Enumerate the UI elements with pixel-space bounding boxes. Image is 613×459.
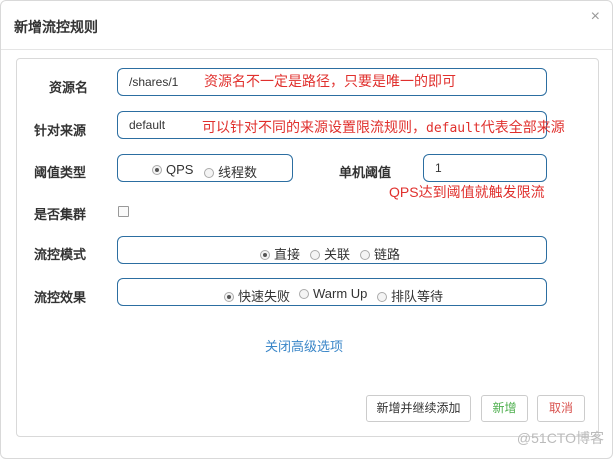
threshold-value: 1 [435,161,442,175]
radio-selected-icon [152,165,162,175]
strategy-option-direct[interactable]: 直接 [260,244,300,263]
control-behavior-radio-group: 快速失败 Warm Up 排队等待 [117,278,547,306]
cluster-checkbox[interactable] [118,206,129,217]
threshold-input[interactable]: 1 [423,154,547,182]
dialog-header: 新增流控规则 × [1,1,612,50]
radio-empty-icon [299,289,309,299]
grade-radio-group: QPS 线程数 [117,154,293,182]
limit-app-note-suffix: 代表全部来源 [480,119,565,135]
behavior-option-warm-up-label: Warm Up [313,286,368,301]
toggle-advanced-options-link[interactable]: 关闭高级选项 [265,336,343,355]
cancel-button[interactable]: 取消 [537,395,585,422]
radio-selected-icon [260,250,270,260]
cluster-label: 是否集群 [34,207,87,222]
behavior-option-queue[interactable]: 排队等待 [377,286,443,305]
limit-app-note-code: default [426,121,481,136]
grade-label: 阈值类型 [34,165,87,180]
limit-app-value: default [129,118,166,132]
strategy-radio-group: 直接 关联 链路 [117,236,547,264]
behavior-option-warm-up[interactable]: Warm Up [299,286,367,301]
strategy-option-chain[interactable]: 链路 [360,244,400,263]
radio-selected-icon [224,292,234,302]
behavior-option-fast-fail-label: 快速失败 [238,289,291,304]
resource-value: /shares/1 [129,75,179,89]
grade-option-thread[interactable]: 线程数 [204,162,257,181]
control-behavior-label: 流控效果 [34,290,87,305]
dialog-title: 新增流控规则 [14,19,98,35]
radio-empty-icon [204,168,214,178]
add-and-continue-button[interactable]: 新增并继续添加 [366,395,471,422]
threshold-label: 单机阈值 [339,165,392,180]
strategy-option-chain-label: 链路 [374,247,401,262]
add-button[interactable]: 新增 [481,395,528,422]
resource-label: 资源名 [49,80,89,95]
add-flow-rule-dialog: 新增流控规则 × 资源名 /shares/1 资源名不一定是路径，只要是唯一的即… [0,0,613,459]
limit-app-note-prefix: 可以针对不同的来源设置限流规则， [202,119,426,135]
limit-app-label: 针对来源 [34,123,87,138]
strategy-label: 流控模式 [34,247,87,262]
limit-app-note: 可以针对不同的来源设置限流规则，default代表全部来源 [202,117,565,137]
radio-empty-icon [377,292,387,302]
grade-option-thread-label: 线程数 [218,165,258,180]
resource-note: 资源名不一定是路径，只要是唯一的即可 [204,73,456,89]
strategy-option-relate[interactable]: 关联 [310,244,350,263]
behavior-option-queue-label: 排队等待 [391,289,444,304]
threshold-note: QPS达到阈值就触发限流 [389,184,545,200]
close-icon[interactable]: × [591,9,600,25]
radio-empty-icon [310,250,320,260]
radio-empty-icon [360,250,370,260]
strategy-option-direct-label: 直接 [274,247,301,262]
strategy-option-relate-label: 关联 [324,247,351,262]
watermark: @51CTO博客 [516,430,604,446]
grade-option-qps-label: QPS [166,162,194,177]
grade-option-qps[interactable]: QPS [152,162,193,177]
behavior-option-fast-fail[interactable]: 快速失败 [224,286,290,305]
